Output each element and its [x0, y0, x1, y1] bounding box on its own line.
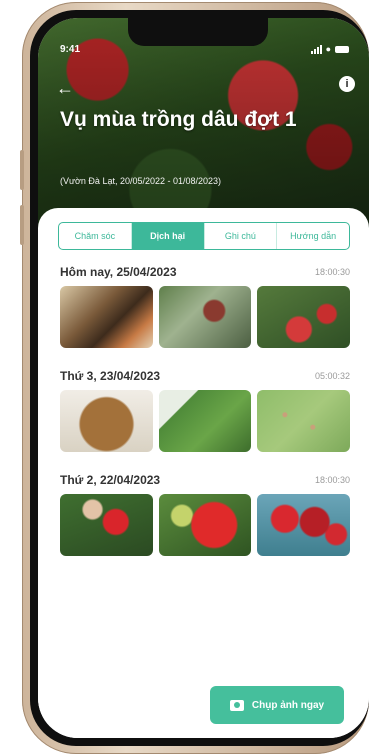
photo-row [60, 390, 351, 452]
status-bar: 9:41 ● [38, 44, 369, 60]
tab-cham-soc[interactable]: Chăm sóc [59, 223, 132, 249]
day-section: Thứ 2, 22/04/2023 18:00:30 [60, 472, 351, 556]
photo-thumbnail[interactable] [158, 494, 252, 556]
status-icons: ● [310, 44, 349, 54]
day-label: Thứ 2, 22/04/2023 [60, 473, 161, 487]
photo-thumbnail[interactable] [257, 390, 351, 452]
camera-icon [229, 699, 244, 711]
photo-thumbnail[interactable] [158, 390, 252, 452]
content-panel: Chăm sóc Dịch hại Ghi chú Hướng dẫn Hôm … [38, 208, 369, 738]
phone-screen: 9:41 ● ← i Vụ mùa trồng dâu đợt 1 (Vườn … [30, 10, 369, 746]
side-button [20, 150, 24, 190]
photo-thumbnail[interactable] [257, 286, 351, 348]
capture-photo-button[interactable]: Chụp ảnh ngay [210, 686, 344, 724]
status-time: 9:41 [60, 44, 81, 55]
signal-icon [310, 44, 322, 54]
capture-button-label: Chụp ảnh ngay [251, 699, 325, 711]
photo-row [60, 286, 351, 348]
tab-bar: Chăm sóc Dịch hại Ghi chú Hướng dẫn [58, 222, 350, 250]
photo-thumbnail[interactable] [158, 286, 252, 348]
day-label: Hôm nay, 25/04/2023 [60, 265, 177, 279]
photo-row [60, 494, 351, 556]
day-section: Hôm nay, 25/04/2023 18:00:30 [60, 264, 351, 348]
day-header: Thứ 3, 23/04/2023 05:00:32 [60, 368, 350, 384]
photo-thumbnail[interactable] [60, 494, 153, 556]
side-button [20, 205, 24, 245]
day-section: Thứ 3, 23/04/2023 05:00:32 [60, 368, 351, 452]
page-subtitle: (Vườn Đà Lạt, 20/05/2022 - 01/08/2023) [60, 176, 222, 186]
info-icon[interactable]: i [339, 76, 355, 92]
day-time: 18:00:30 [314, 475, 350, 485]
arrow-left-icon[interactable]: ← [56, 78, 74, 99]
day-time: 18:00:30 [314, 267, 350, 277]
tab-huong-dan[interactable]: Hướng dẫn [277, 223, 349, 249]
day-label: Thứ 3, 23/04/2023 [60, 369, 161, 383]
tab-ghi-chu[interactable]: Ghi chú [205, 223, 278, 249]
photo-thumbnail[interactable] [257, 494, 351, 556]
day-time: 05:00:32 [314, 371, 350, 381]
day-header: Thứ 2, 22/04/2023 18:00:30 [60, 472, 350, 488]
battery-icon [335, 45, 349, 53]
day-header: Hôm nay, 25/04/2023 18:00:30 [60, 264, 350, 280]
photo-thumbnail[interactable] [60, 390, 153, 452]
tab-dich-hai[interactable]: Dịch hại [131, 223, 205, 249]
app-screen: 9:41 ● ← i Vụ mùa trồng dâu đợt 1 (Vườn … [38, 18, 369, 738]
notch [128, 18, 268, 46]
wifi-icon: ● [325, 44, 331, 54]
page-title: Vụ mùa trồng dâu đợt 1 [60, 108, 297, 131]
photo-thumbnail[interactable] [60, 286, 153, 348]
